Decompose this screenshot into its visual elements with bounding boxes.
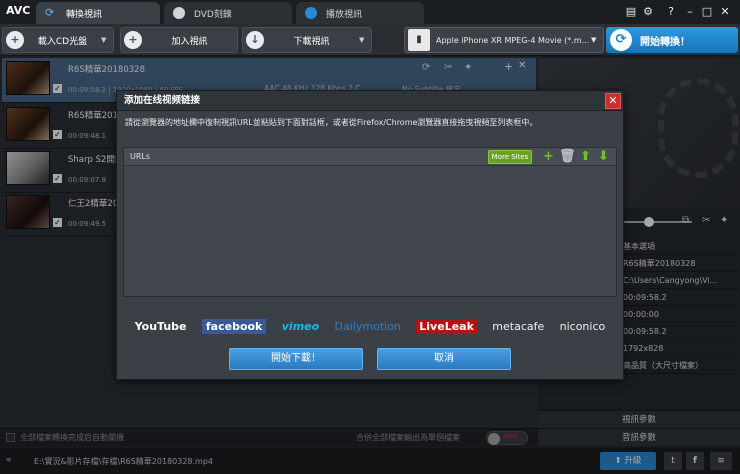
chevron-down-icon[interactable]: ▼ (359, 36, 371, 44)
liveleak-logo: LiveLeak (416, 318, 477, 334)
youtube-logo: YouTube (134, 319, 187, 333)
tab-label: 播放視訊 (326, 9, 363, 20)
dailymotion-logo: Dailymotion (334, 319, 401, 333)
disc-icon (173, 7, 185, 19)
arrow-down-icon[interactable]: ⬇ (596, 149, 611, 164)
gear-icon[interactable]: ⚙ (641, 5, 655, 19)
dialog-title: 添加在线视频链接 (117, 91, 623, 111)
load-cd-button[interactable]: + 載入CD光盤 ▼ (2, 27, 114, 53)
add-online-video-dialog: 添加在线视频链接 ✕ 請從瀏覽器的地址欄中復制視訊URL並粘貼到下面對話框，或者… (116, 90, 624, 380)
tab-convert-video[interactable]: ⟳ 轉換視訊 (36, 2, 160, 24)
start-download-button[interactable]: 開始下載！ (229, 348, 363, 370)
app-logo: AVC (6, 4, 31, 17)
close-icon[interactable]: ✕ (605, 93, 621, 109)
download-video-button[interactable]: ↓ 下載視訊 ▼ (242, 27, 372, 53)
url-list-header: URLs More Sites + 🗑 ⬆ ⬇ (124, 148, 616, 166)
start-convert-label: 開始轉換！ (640, 36, 690, 48)
app-window: AVC ⟳ 轉換視訊 DVD刻錄 播放視訊 ▤ ⚙ ? – □ ✕ + 載入CD… (0, 0, 740, 474)
maximize-icon[interactable]: □ (700, 5, 714, 19)
metacafe-logo: metacafe (492, 319, 545, 333)
chevron-down-icon: ▼ (591, 36, 597, 44)
dialog-instruction: 請從瀏覽器的地址欄中復制視訊URL並粘貼到下面對話框，或者從Firefox/Ch… (125, 118, 538, 127)
help-icon[interactable]: ? (664, 5, 678, 19)
chevron-down-icon[interactable]: ▼ (101, 36, 113, 44)
tab-play-video[interactable]: 播放視訊 (296, 2, 424, 24)
supported-sites-logos: YouTube facebook vimeo Dailymotion LiveL… (117, 311, 623, 341)
close-icon[interactable]: ✕ (718, 5, 732, 19)
convert-icon: ⟳ (610, 29, 632, 51)
tab-label: 轉換視訊 (66, 9, 103, 20)
phone-icon: ▮ (408, 29, 430, 51)
vimeo-logo: vimeo (281, 319, 320, 333)
minimize-icon[interactable]: – (683, 5, 697, 19)
tab-label: DVD刻錄 (194, 9, 232, 20)
more-sites-button[interactable]: More Sites (488, 150, 532, 164)
globe-download-icon: ↓ (246, 31, 264, 49)
url-list-box[interactable]: URLs More Sites + 🗑 ⬆ ⬇ (123, 147, 617, 297)
report-icon[interactable]: ▤ (624, 5, 638, 19)
add-video-button[interactable]: + 加入視訊 (120, 27, 238, 53)
play-icon (305, 7, 317, 19)
profile-label: Apple iPhone XR MPEG-4 Movie (*.m... (436, 35, 590, 45)
start-convert-button[interactable]: ⟳ 開始轉換！ (606, 27, 738, 53)
convert-icon: ⟳ (45, 6, 55, 19)
toolbar: + 載入CD光盤 ▼ + 加入視訊 ↓ 下載視訊 ▼ ▮ Apple iPhon… (0, 24, 740, 56)
load-cd-label: 載入CD光盤 (37, 36, 88, 47)
cd-add-icon: + (6, 31, 24, 49)
film-add-icon: + (124, 31, 142, 49)
facebook-logo: facebook (201, 318, 267, 334)
title-bar: AVC ⟳ 轉換視訊 DVD刻錄 播放視訊 ▤ ⚙ ? – □ ✕ (0, 0, 740, 24)
add-url-icon[interactable]: + (541, 149, 556, 164)
arrow-up-icon[interactable]: ⬆ (578, 149, 593, 164)
trash-icon[interactable]: 🗑 (559, 149, 576, 164)
niconico-logo: niconico (559, 319, 606, 333)
output-profile-select[interactable]: ▮ Apple iPhone XR MPEG-4 Movie (*.m... ▼ (404, 27, 604, 53)
add-video-label: 加入視訊 (171, 36, 208, 47)
download-video-label: 下載視訊 (293, 36, 330, 47)
cancel-button[interactable]: 取消 (377, 348, 511, 370)
tab-dvd-burn[interactable]: DVD刻錄 (164, 2, 292, 24)
urls-label: URLs (130, 152, 151, 161)
